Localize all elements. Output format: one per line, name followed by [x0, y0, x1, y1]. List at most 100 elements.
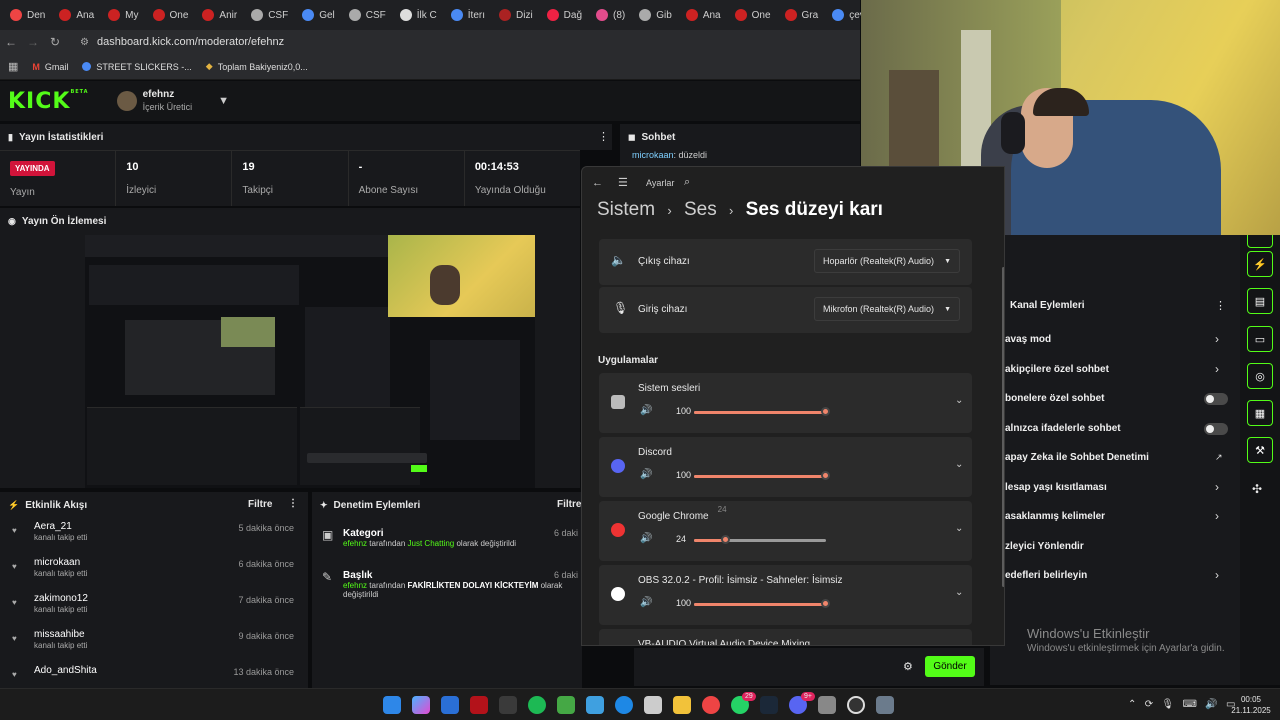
- channel-action-item[interactable]: apay Zeka ile Sohbet Denetimi: [1005, 452, 1149, 463]
- browser-tab[interactable]: Gra: [779, 3, 825, 27]
- mod-filter-button[interactable]: Filtre: [557, 499, 581, 510]
- reload-icon[interactable]: ↻: [44, 35, 66, 49]
- chat-bubble-icon[interactable]: ▭: [1247, 326, 1273, 352]
- url-field[interactable]: ⚙ dashboard.kick.com/moderator/efehnz: [80, 36, 284, 48]
- breadcrumb-sound[interactable]: Ses: [684, 199, 717, 220]
- netflix-icon[interactable]: [470, 696, 488, 714]
- browser-tab[interactable]: One: [147, 3, 195, 27]
- edge-icon[interactable]: [615, 696, 633, 714]
- browser-tab[interactable]: Dağ: [541, 3, 588, 27]
- external-link-icon[interactable]: ↗: [1215, 452, 1223, 463]
- layout-icon[interactable]: ▦: [1247, 400, 1273, 426]
- broadcast-icon[interactable]: ◎: [1247, 363, 1273, 389]
- chrome-icon[interactable]: [702, 696, 720, 714]
- volume-icon[interactable]: 🔊: [640, 533, 652, 544]
- xbox-icon[interactable]: [557, 696, 575, 714]
- volume-icon[interactable]: 🔊: [640, 469, 652, 480]
- spotify-icon[interactable]: [528, 696, 546, 714]
- chevron-right-icon[interactable]: ›: [1215, 568, 1219, 582]
- clock[interactable]: 00:05 21.11.2025: [1230, 694, 1272, 716]
- chevron-right-icon[interactable]: ›: [1215, 332, 1219, 346]
- channel-action-item[interactable]: akipçilere özel sohbet: [1005, 364, 1109, 375]
- kick-logo[interactable]: KICKBETA: [8, 89, 89, 114]
- browser-tab[interactable]: One: [729, 3, 777, 27]
- channel-action-item[interactable]: alnızca ifadelerle sohbet: [1005, 423, 1121, 434]
- chevron-right-icon[interactable]: ›: [1215, 362, 1219, 376]
- browser-tab[interactable]: CSF: [245, 3, 294, 27]
- chevron-right-icon[interactable]: ›: [1215, 509, 1219, 523]
- gear-icon[interactable]: ⚙: [903, 660, 913, 673]
- browser-tab[interactable]: (8): [590, 3, 631, 27]
- puzzle-icon[interactable]: ✣: [1252, 482, 1262, 496]
- mail-icon[interactable]: [441, 696, 459, 714]
- chevron-down-icon[interactable]: ⌄: [955, 459, 963, 470]
- channel-action-item[interactable]: lesap yaşı kısıtlaması: [1005, 482, 1107, 493]
- channel-action-item[interactable]: zleyici Yönlendir: [1005, 541, 1084, 552]
- bookmark-gmail[interactable]: M Gmail: [32, 62, 68, 72]
- search-icon[interactable]: ⌕: [684, 176, 690, 189]
- forward-icon[interactable]: →: [22, 35, 44, 49]
- chevron-down-icon[interactable]: ⌄: [955, 395, 963, 406]
- photos-icon[interactable]: [586, 696, 604, 714]
- browser-tab[interactable]: Dizi: [493, 3, 539, 27]
- stream-preview[interactable]: [85, 235, 535, 488]
- app-icon: [611, 459, 625, 473]
- volume-slider-thumb[interactable]: [821, 471, 830, 480]
- channel-action-item[interactable]: edefleri belirleyin: [1005, 570, 1087, 581]
- more-options-icon[interactable]: ⋮: [288, 498, 298, 509]
- volume-slider-thumb[interactable]: [821, 407, 830, 416]
- lightning-icon[interactable]: ⚡: [1247, 251, 1273, 277]
- toggle-switch[interactable]: [1204, 422, 1228, 435]
- wrench-icon[interactable]: ⚒: [1247, 437, 1273, 463]
- bookmark-balance[interactable]: ◆ Toplam Bakiyeniz0,0...: [206, 61, 308, 72]
- browser-tab[interactable]: My: [102, 3, 144, 27]
- app-icon[interactable]: [818, 696, 836, 714]
- toggle-switch[interactable]: [1204, 393, 1228, 405]
- browser-tab[interactable]: Ana: [53, 3, 100, 27]
- scrollbar[interactable]: [1002, 267, 1004, 587]
- chevron-right-icon[interactable]: ›: [1215, 480, 1219, 494]
- browser-tab[interactable]: İlk C: [394, 3, 443, 27]
- site-info-icon[interactable]: ⚙: [80, 37, 89, 48]
- channel-action-item[interactable]: asaklanmış kelimeler: [1005, 511, 1105, 522]
- settings-icon[interactable]: [876, 696, 894, 714]
- volume-slider-thumb[interactable]: [821, 599, 830, 608]
- more-options-icon[interactable]: ⋮: [1215, 299, 1226, 312]
- browser-tab[interactable]: Gel: [296, 3, 341, 27]
- browser-tab[interactable]: Den: [4, 3, 51, 27]
- channel-action-item[interactable]: bonelere özel sohbet: [1005, 393, 1104, 404]
- volume-slider-thumb[interactable]: [720, 535, 730, 544]
- apps-grid-icon[interactable]: ▦: [8, 60, 18, 73]
- chevron-down-icon[interactable]: ⌄: [955, 523, 963, 534]
- document-icon[interactable]: ▤: [1247, 288, 1273, 314]
- chevron-down-icon[interactable]: ⌄: [955, 587, 963, 598]
- bookmark-street-slickers[interactable]: STREET SLICKERS -...: [82, 62, 192, 72]
- store-icon[interactable]: [644, 696, 662, 714]
- more-options-icon[interactable]: ⋮: [598, 130, 609, 143]
- obs-icon[interactable]: [847, 696, 865, 714]
- output-device-select[interactable]: Hoparlör (Realtek(R) Audio) ▼: [814, 249, 960, 273]
- browser-tab[interactable]: Ana: [680, 3, 727, 27]
- menu-icon[interactable]: ☰: [618, 176, 628, 189]
- steam-icon[interactable]: [760, 696, 778, 714]
- input-device-select[interactable]: Mikrofon (Realtek(R) Audio) ▼: [814, 297, 960, 321]
- feed-filter-button[interactable]: Filtre: [248, 499, 272, 510]
- breadcrumb-system[interactable]: Sistem: [597, 199, 655, 220]
- start-icon[interactable]: [383, 696, 401, 714]
- send-button[interactable]: Gönder: [925, 656, 975, 677]
- chevron-down-icon[interactable]: ▼: [218, 95, 229, 107]
- volume-icon[interactable]: 🔊: [640, 597, 652, 608]
- volume-icon[interactable]: 🔊: [640, 405, 652, 416]
- folder-icon[interactable]: [673, 696, 691, 714]
- back-icon[interactable]: ←: [592, 177, 603, 189]
- avatar[interactable]: [116, 91, 137, 111]
- channel-action-item[interactable]: avaş mod: [1005, 334, 1051, 345]
- browser-tab[interactable]: İterı: [445, 3, 491, 27]
- browser-tab[interactable]: Gib: [633, 3, 678, 27]
- browser-tab[interactable]: Anir: [196, 3, 243, 27]
- copilot-icon[interactable]: [412, 696, 430, 714]
- tray-icons[interactable]: ⌃ ⟳ 🎙 ⌨ 🔊 ▭: [1128, 699, 1235, 710]
- browser-tab[interactable]: CSF: [343, 3, 392, 27]
- app-icon[interactable]: [499, 696, 517, 714]
- back-icon[interactable]: ←: [0, 35, 22, 49]
